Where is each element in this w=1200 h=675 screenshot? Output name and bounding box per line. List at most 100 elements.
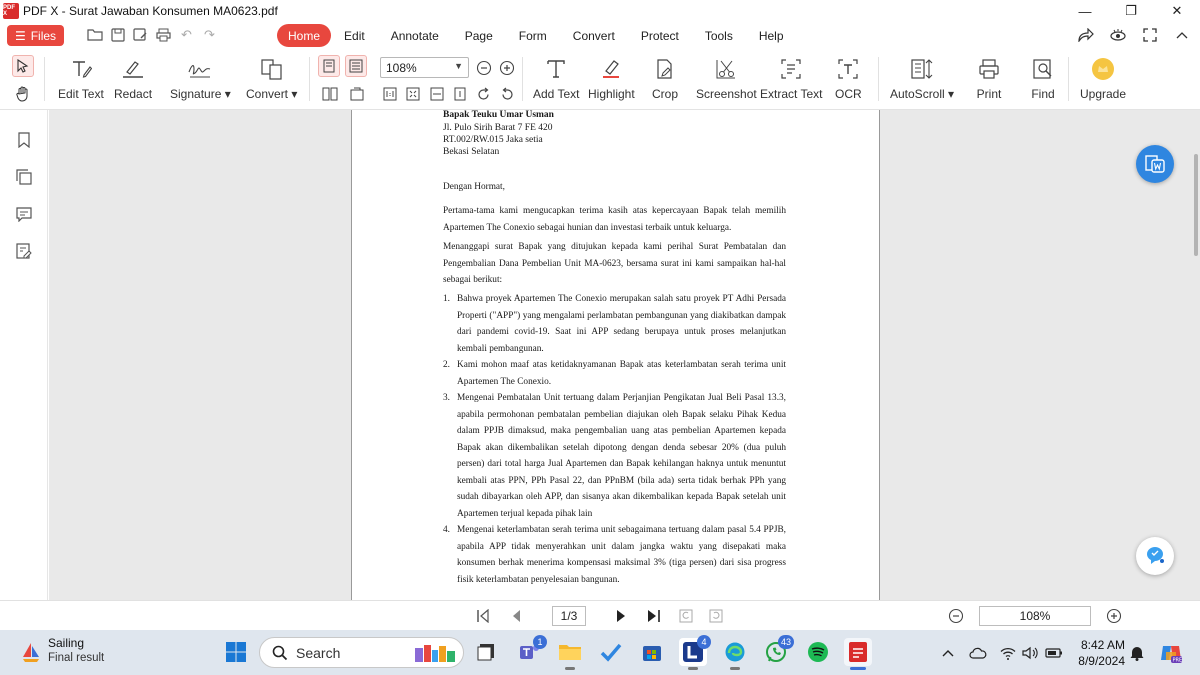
actual-size-icon[interactable] — [380, 84, 400, 104]
signature-panel-icon[interactable] — [14, 241, 34, 261]
bookmark-icon[interactable] — [14, 130, 34, 150]
zoom-in-icon[interactable] — [497, 58, 517, 78]
fullscreen-icon[interactable] — [1140, 25, 1160, 45]
save-icon[interactable] — [109, 26, 126, 43]
next-page-icon[interactable] — [612, 607, 630, 625]
teams-app[interactable]: 1 — [515, 635, 547, 666]
fit-visible-icon[interactable] — [450, 84, 470, 104]
tab-convert[interactable]: Convert — [560, 24, 628, 47]
tab-form[interactable]: Form — [506, 24, 560, 47]
print-quick-icon[interactable] — [155, 26, 172, 43]
onedrive-icon[interactable] — [968, 643, 988, 663]
pdfx-app[interactable] — [844, 638, 872, 670]
crop-tool[interactable]: Crop — [652, 55, 678, 101]
taskbar-search-input[interactable]: Search — [259, 637, 464, 668]
print-tool[interactable]: Print — [976, 55, 1002, 101]
close-button[interactable]: ✕ — [1154, 0, 1200, 22]
ocr-tool[interactable]: OCR — [835, 55, 862, 101]
continuous-scroll-view-icon[interactable] — [345, 55, 367, 77]
hand-tool-icon[interactable] — [13, 84, 33, 104]
open-folder-icon[interactable] — [86, 26, 103, 43]
single-page-view-icon[interactable] — [318, 55, 340, 77]
highlighter-icon — [598, 55, 624, 83]
cover-page-view-icon[interactable] — [347, 84, 367, 104]
ai-assistant-button[interactable] — [1136, 537, 1174, 575]
vertical-scrollbar[interactable] — [1194, 154, 1198, 256]
extract-text-tool[interactable]: Extract Text — [760, 55, 822, 101]
tab-protect[interactable]: Protect — [628, 24, 692, 47]
tray-overflow-chevron-icon[interactable] — [938, 643, 958, 663]
copilot-icon[interactable]: PRE — [1158, 643, 1184, 664]
autoscroll-tool[interactable]: AutoScroll ▾ — [890, 55, 954, 101]
ribbon-toolbar: Edit Text Redact Signature ▾ Convert ▾ 1… — [0, 49, 1200, 110]
zoom-out-icon[interactable] — [474, 58, 494, 78]
highlight-tool[interactable]: Highlight — [588, 55, 635, 101]
rotate-counterclockwise-icon[interactable] — [497, 84, 517, 104]
volume-icon[interactable] — [1020, 643, 1040, 663]
battery-icon[interactable] — [1044, 643, 1064, 663]
notification-bell-icon[interactable] — [1127, 643, 1147, 663]
wifi-icon[interactable] — [998, 643, 1018, 663]
two-page-view-icon[interactable] — [320, 84, 340, 104]
tab-help[interactable]: Help — [746, 24, 797, 47]
tab-page[interactable]: Page — [452, 24, 506, 47]
tab-edit[interactable]: Edit — [331, 24, 378, 47]
system-clock[interactable]: 8:42 AM 8/9/2024 — [1073, 637, 1125, 669]
redo-icon[interactable]: ↷ — [201, 26, 218, 43]
document-viewport[interactable]: Bapak Teuku Umar Usman Jl. Pulo Sirih Ba… — [49, 110, 1200, 600]
first-page-icon[interactable] — [474, 607, 492, 625]
bottom-zoom-input[interactable]: 108% — [979, 606, 1091, 626]
signature-tool[interactable]: Signature ▾ — [170, 55, 231, 101]
edge-app[interactable] — [721, 638, 749, 670]
file-explorer-app[interactable] — [556, 638, 584, 670]
upgrade-tool[interactable]: Upgrade — [1080, 55, 1126, 101]
screenshot-tool[interactable]: Screenshot — [696, 55, 757, 101]
fit-page-icon[interactable] — [403, 84, 423, 104]
bottom-zoom-in-icon[interactable] — [1105, 607, 1123, 625]
previous-view-icon[interactable] — [677, 607, 695, 625]
previous-page-icon[interactable] — [507, 607, 525, 625]
store-icon — [643, 646, 661, 661]
find-tool[interactable]: Find — [1030, 55, 1056, 101]
select-tool-icon[interactable] — [12, 55, 34, 77]
title-bar: PDF X PDF X - Surat Jawaban Konsumen MA0… — [0, 0, 1200, 22]
pdf-page[interactable]: Bapak Teuku Umar Usman Jl. Pulo Sirih Ba… — [351, 110, 880, 600]
add-text-tool[interactable]: Add Text — [533, 55, 579, 101]
windows-taskbar: Sailing Final result Search 1 4 43 8:42 … — [0, 630, 1200, 675]
save-as-icon[interactable] — [132, 26, 149, 43]
bottom-zoom-out-icon[interactable] — [947, 607, 965, 625]
rotate-clockwise-icon[interactable] — [473, 84, 493, 104]
maximize-button[interactable]: ❐ — [1108, 0, 1154, 22]
fit-width-icon[interactable] — [427, 84, 447, 104]
zoom-select[interactable]: 108% ▼ — [380, 57, 469, 78]
microsoft-store-app[interactable] — [638, 638, 666, 666]
comments-icon[interactable] — [14, 204, 34, 224]
ai-assistant-icon — [1147, 547, 1164, 564]
spotify-app[interactable] — [804, 638, 832, 666]
last-page-icon[interactable] — [645, 607, 663, 625]
convert-tool[interactable]: Convert ▾ — [246, 55, 297, 101]
minimize-button[interactable]: — — [1062, 0, 1108, 22]
start-button[interactable] — [222, 638, 250, 666]
read-mode-icon[interactable] — [1108, 25, 1128, 45]
greeting: Dengan Hormat, — [443, 182, 505, 192]
tab-annotate[interactable]: Annotate — [378, 24, 452, 47]
redact-tool[interactable]: Redact — [114, 55, 152, 101]
convert-to-word-button[interactable] — [1136, 145, 1174, 183]
todo-app[interactable] — [597, 638, 625, 666]
share-icon[interactable] — [1076, 25, 1096, 45]
tab-home[interactable]: Home — [277, 24, 332, 47]
l-app[interactable]: 4 — [679, 635, 711, 670]
thumbnails-icon[interactable] — [14, 167, 34, 187]
collapse-ribbon-icon[interactable] — [1172, 25, 1192, 45]
svg-text:PRE: PRE — [1173, 658, 1183, 664]
tab-tools[interactable]: Tools — [692, 24, 746, 47]
edit-text-tool[interactable]: Edit Text — [58, 55, 104, 101]
undo-icon[interactable]: ↶ — [178, 26, 195, 43]
weather-widget[interactable]: Sailing Final result — [20, 636, 104, 664]
whatsapp-app[interactable]: 43 — [762, 635, 794, 666]
next-view-icon[interactable] — [707, 607, 725, 625]
task-view-app[interactable] — [472, 638, 500, 666]
page-number-input[interactable]: 1/3 — [552, 606, 586, 626]
files-button[interactable]: ☰ Files — [7, 25, 64, 46]
